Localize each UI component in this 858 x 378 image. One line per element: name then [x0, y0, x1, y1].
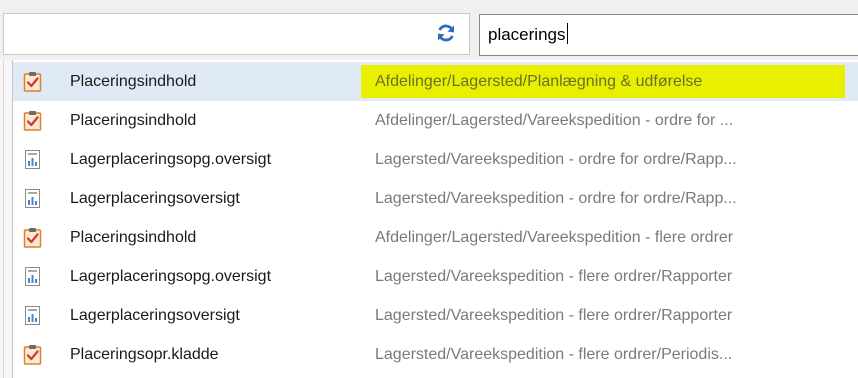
result-path: Lagersted/Vareekspedition - ordre for or… — [375, 190, 737, 207]
result-path: Afdelinger/Lagersted/Planlægning & udfør… — [375, 73, 703, 90]
result-row[interactable]: Placeringsopr.kladde Lagersted/Vareeksped… — [13, 335, 858, 374]
refresh-icon[interactable] — [435, 22, 457, 44]
result-name: Placeringsindhold — [70, 229, 197, 246]
result-name: Lagerplaceringsopg.oversigt — [70, 268, 272, 285]
report-icon — [23, 266, 42, 287]
result-name: Placeringsopr.kladde — [70, 346, 219, 363]
clipboard-check-icon — [23, 227, 42, 248]
result-row[interactable]: Placeringsindhold Afdelinger/Lagersted/Pl… — [13, 62, 858, 101]
result-path: Lagersted/Vareekspedition - flere ordrer… — [375, 307, 733, 324]
background-divider — [3, 60, 4, 378]
result-row[interactable]: Lagerplaceringsoversigt Lagersted/Vareeks… — [13, 179, 858, 218]
result-name: Lagerplaceringsoversigt — [70, 307, 240, 324]
result-path: Lagersted/Vareekspedition - flere ordrer… — [375, 268, 733, 285]
search-results-dropdown: Placeringsindhold Afdelinger/Lagersted/Pl… — [12, 60, 858, 378]
top-toolbar: placerings — [0, 0, 858, 61]
result-path: Lagersted/Vareekspedition - flere ordrer… — [375, 346, 733, 363]
report-icon — [23, 149, 42, 170]
text-cursor — [566, 23, 568, 44]
result-path: Lagersted/Vareekspedition - ordre for or… — [375, 151, 737, 168]
clipboard-check-icon — [23, 110, 42, 131]
result-name: Lagerplaceringsopg.oversigt — [70, 151, 272, 168]
result-name: Lagerplaceringsoversigt — [70, 190, 240, 207]
result-row[interactable]: Placeringsindhold Afdelinger/Lagersted/Va… — [13, 218, 858, 257]
clipboard-check-icon — [23, 344, 42, 365]
result-row[interactable]: Lagerplaceringsoversigt Lagersted/Vareeks… — [13, 296, 858, 335]
result-path: Afdelinger/Lagersted/Vareekspedition - f… — [375, 229, 734, 246]
result-row[interactable]: Placeringsindhold Afdelinger/Lagersted/Va… — [13, 101, 858, 140]
address-field[interactable] — [3, 13, 470, 55]
background-page-strip — [0, 60, 12, 378]
clipboard-check-icon — [23, 71, 42, 92]
result-name: Placeringsindhold — [70, 112, 197, 129]
result-path: Afdelinger/Lagersted/Vareekspedition - o… — [375, 112, 734, 129]
search-input-value: placerings — [488, 25, 566, 44]
report-icon — [23, 305, 42, 326]
report-icon — [23, 188, 42, 209]
result-row[interactable]: Lagerplaceringsopg.oversigt Lagersted/Var… — [13, 140, 858, 179]
result-row[interactable]: Lagerplaceringsopg.oversigt Lagersted/Var… — [13, 257, 858, 296]
search-input[interactable]: placerings — [479, 14, 858, 56]
result-name: Placeringsindhold — [70, 73, 197, 90]
